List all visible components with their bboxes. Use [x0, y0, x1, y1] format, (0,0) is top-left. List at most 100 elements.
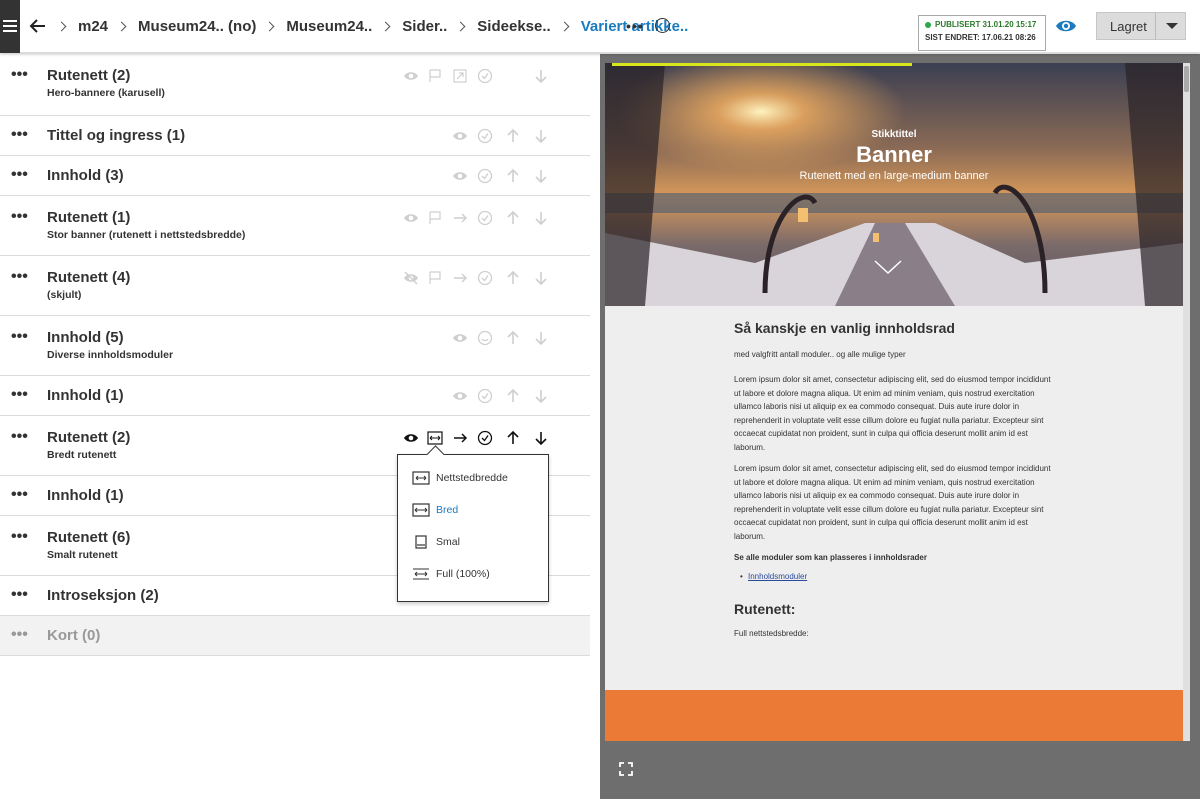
content-paragraph: Lorem ipsum dolor sit amet, consectetur … — [734, 375, 1051, 452]
row-subtitle: Diverse innholdsmoduler — [47, 349, 174, 361]
check-icon[interactable] — [477, 168, 493, 184]
forward-icon[interactable] — [452, 68, 468, 84]
row-title: Rutenett (6) — [47, 529, 131, 546]
down-icon[interactable] — [533, 210, 549, 226]
up-icon[interactable] — [505, 430, 521, 446]
eye-icon[interactable] — [452, 388, 468, 404]
row-drag-handle-icon[interactable]: ••• — [11, 528, 28, 546]
row-drag-handle-icon[interactable]: ••• — [11, 386, 28, 404]
down-icon[interactable] — [533, 388, 549, 404]
eye-icon[interactable] — [403, 430, 419, 446]
down-icon[interactable] — [533, 430, 549, 446]
content-paragraph: Lorem ipsum dolor sit amet, consectetur … — [734, 464, 1051, 541]
preview-eye-icon[interactable] — [1055, 16, 1077, 36]
status-circle-icon[interactable] — [655, 18, 670, 33]
eye-icon[interactable] — [452, 168, 468, 184]
width-option-full[interactable]: Full (100%) — [412, 563, 490, 585]
up-icon[interactable] — [505, 388, 521, 404]
row-drag-handle-icon[interactable]: ••• — [11, 166, 28, 184]
preview-page: Stikktittel Banner Rutenett med en large… — [605, 63, 1183, 741]
section-row[interactable]: ••• Kort (0) — [0, 616, 590, 656]
row-title: Kort (0) — [47, 627, 101, 644]
check-icon[interactable] — [477, 128, 493, 144]
breadcrumb-item[interactable]: Museum24.. (no) — [130, 18, 264, 35]
check-icon[interactable] — [477, 388, 493, 404]
chevron-down-icon[interactable] — [1155, 12, 1185, 40]
eye-icon[interactable] — [403, 68, 419, 84]
down-icon[interactable] — [533, 68, 549, 84]
menu-icon[interactable] — [0, 0, 20, 53]
preview-scrollbar[interactable] — [1183, 63, 1190, 741]
row-drag-handle-icon[interactable]: ••• — [11, 586, 28, 604]
width-option-bred[interactable]: Bred — [412, 499, 458, 521]
section-row[interactable]: ••• Innhold (1) — [0, 376, 590, 416]
section-row[interactable]: ••• Tittel og ingress (1) — [0, 116, 590, 156]
down-icon[interactable] — [533, 270, 549, 286]
hero-kicker: Stikktittel — [871, 129, 917, 140]
row-drag-handle-icon[interactable]: ••• — [11, 126, 28, 144]
section-row[interactable]: ••• Rutenett (4) (skjult) — [0, 256, 590, 316]
up-icon[interactable] — [505, 128, 521, 144]
row-title: Innhold (1) — [47, 487, 124, 504]
arrow-icon[interactable] — [452, 270, 468, 286]
up-icon[interactable] — [505, 330, 521, 346]
row-subtitle: (skjult) — [47, 289, 82, 301]
eye-icon[interactable] — [452, 128, 468, 144]
up-icon[interactable] — [505, 210, 521, 226]
row-drag-handle-icon[interactable]: ••• — [11, 626, 28, 644]
grid-heading: Rutenett: — [734, 601, 796, 617]
row-subtitle: Hero-bannere (karusell) — [47, 87, 165, 99]
loading-progress-bar — [612, 63, 912, 66]
section-row[interactable]: ••• Innhold (5) Diverse innholdsmoduler — [0, 316, 590, 376]
width-wide-icon — [412, 503, 430, 517]
flag-icon[interactable] — [427, 270, 443, 286]
preview-content: Så kanskje en vanlig innholdsrad med val… — [734, 320, 1054, 638]
check-icon[interactable] — [477, 430, 493, 446]
modules-link[interactable]: Innholdsmoduler — [734, 572, 1054, 581]
row-drag-handle-icon[interactable]: ••• — [11, 208, 28, 226]
save-button[interactable]: Lagret — [1096, 12, 1186, 40]
breadcrumb-item[interactable]: m24 — [70, 18, 116, 35]
row-drag-handle-icon[interactable]: ••• — [11, 328, 28, 346]
down-icon[interactable] — [533, 168, 549, 184]
preview-scrollbar-thumb[interactable] — [1184, 66, 1189, 92]
breadcrumb-item[interactable]: Sideekse.. — [469, 18, 558, 35]
arrow-icon[interactable] — [452, 430, 468, 446]
up-icon[interactable] — [505, 270, 521, 286]
check-icon[interactable] — [477, 270, 493, 286]
top-bar: m24 Museum24.. (no) Museum24.. Sider.. S… — [0, 0, 1200, 53]
breadcrumb-item[interactable]: Sider.. — [394, 18, 455, 35]
width-option-nettstedbredde[interactable]: Nettstedbredde — [412, 467, 508, 489]
publish-status: PUBLISERT 31.01.20 15:17 SIST ENDRET: 17… — [918, 15, 1046, 51]
up-icon[interactable] — [505, 168, 521, 184]
check-icon[interactable] — [477, 68, 493, 84]
width-option-smal[interactable]: Smal — [412, 531, 460, 553]
down-icon[interactable] — [533, 128, 549, 144]
down-icon[interactable] — [533, 330, 549, 346]
row-title: Innhold (5) — [47, 329, 124, 346]
row-drag-handle-icon[interactable]: ••• — [11, 66, 28, 84]
arrow-icon[interactable] — [452, 210, 468, 226]
eye-icon[interactable] — [452, 330, 468, 346]
published-label: PUBLISERT 31.01.20 15:17 — [935, 20, 1037, 29]
breadcrumb-item[interactable]: Museum24.. — [278, 18, 380, 35]
more-options-button[interactable]: ••• — [626, 18, 644, 34]
row-drag-handle-icon[interactable]: ••• — [11, 428, 28, 446]
check-icon[interactable] — [477, 210, 493, 226]
width-option-label: Bred — [436, 504, 459, 516]
eye-icon[interactable] — [403, 210, 419, 226]
width-icon[interactable] — [427, 430, 443, 446]
back-arrow-icon[interactable] — [28, 15, 48, 37]
smile-icon[interactable] — [477, 330, 493, 346]
flag-icon[interactable] — [427, 210, 443, 226]
flag-icon[interactable] — [427, 68, 443, 84]
chevron-right-icon — [561, 22, 571, 32]
section-row[interactable]: ••• Rutenett (2) Hero-bannere (karusell) — [0, 54, 590, 116]
row-drag-handle-icon[interactable]: ••• — [11, 268, 28, 286]
section-row[interactable]: ••• Rutenett (1) Stor banner (rutenett i n… — [0, 196, 590, 256]
fullscreen-icon[interactable] — [619, 762, 633, 776]
section-row[interactable]: ••• Innhold (3) — [0, 156, 590, 196]
eye-off-icon[interactable] — [403, 270, 419, 286]
modules-heading: Se alle moduler som kan plasseres i innh… — [734, 553, 927, 562]
row-drag-handle-icon[interactable]: ••• — [11, 486, 28, 504]
